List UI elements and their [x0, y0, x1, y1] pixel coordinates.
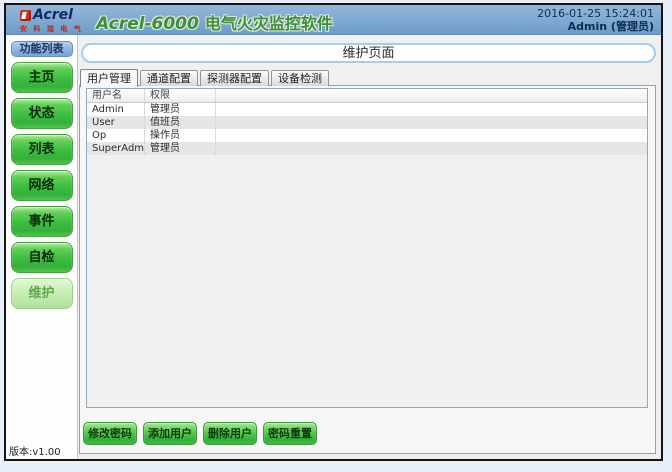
- header-bar: Acrel 安 科 瑞 电 气 Acrel-6000 电气火灾监控软件 2016-…: [6, 5, 661, 35]
- sidebar-item-maintenance[interactable]: 维护: [11, 278, 73, 309]
- table-row[interactable]: SuperAdmin 管理员: [87, 142, 647, 155]
- cell-empty: [216, 129, 647, 142]
- sidebar-item-status[interactable]: 状态: [11, 98, 73, 129]
- sidebar: 功能列表 主页 状态 列表 网络 事件 自检 维护 版本:v1.00: [6, 35, 78, 459]
- column-header-username[interactable]: 用户名: [87, 89, 145, 102]
- cell-empty: [216, 142, 647, 155]
- add-user-button[interactable]: 添加用户: [143, 422, 197, 445]
- logo-subtitle: 安 科 瑞 电 气: [20, 24, 90, 34]
- change-password-button[interactable]: 修改密码: [83, 422, 137, 445]
- user-table: 用户名 权限 Admin 管理员 User 值班员: [86, 88, 648, 408]
- table-row[interactable]: User 值班员: [87, 116, 647, 129]
- table-row[interactable]: Op 操作员: [87, 129, 647, 142]
- app-title-en: Acrel-6000: [96, 14, 199, 34]
- tab-detector-config[interactable]: 探测器配置: [200, 70, 269, 86]
- tab-user-management[interactable]: 用户管理: [80, 69, 138, 87]
- screen: Acrel 安 科 瑞 电 气 Acrel-6000 电气火灾监控软件 2016-…: [0, 0, 672, 472]
- delete-user-button[interactable]: 删除用户: [203, 422, 257, 445]
- cell-empty: [216, 116, 647, 129]
- column-header-empty: [216, 89, 647, 102]
- column-header-role[interactable]: 权限: [145, 89, 216, 102]
- version-label: 版本:v1.00: [9, 443, 61, 458]
- tab-channel-config[interactable]: 通道配置: [140, 70, 198, 86]
- acrel-logo-icon: [20, 10, 31, 21]
- cell-username: SuperAdmin: [87, 142, 145, 155]
- acrel-logo: Acrel 安 科 瑞 电 气: [20, 7, 90, 34]
- header-status: 2016-01-25 15:24:01 Admin (管理员): [537, 7, 654, 33]
- action-button-row: 修改密码 添加用户 删除用户 密码重置: [83, 422, 323, 445]
- sidebar-item-home[interactable]: 主页: [11, 62, 73, 93]
- table-row[interactable]: Admin 管理员: [87, 103, 647, 116]
- cell-empty: [216, 103, 647, 116]
- app-title: Acrel-6000 电气火灾监控软件: [96, 10, 333, 34]
- datetime-label: 2016-01-25 15:24:01: [537, 7, 654, 20]
- cell-role: 操作员: [145, 129, 216, 142]
- table-header-row: 用户名 权限: [87, 89, 647, 103]
- sidebar-item-network[interactable]: 网络: [11, 170, 73, 201]
- cell-role: 管理员: [145, 142, 216, 155]
- cell-username: Op: [87, 129, 145, 142]
- tab-bar: 用户管理 通道配置 探测器配置 设备检测: [80, 68, 331, 86]
- page-title: 维护页面: [81, 43, 656, 63]
- sidebar-title: 功能列表: [11, 41, 73, 57]
- sidebar-item-events[interactable]: 事件: [11, 206, 73, 237]
- tab-content-panel: 用户名 权限 Admin 管理员 User 值班员: [79, 85, 656, 454]
- app-window: Acrel 安 科 瑞 电 气 Acrel-6000 电气火灾监控软件 2016-…: [4, 3, 663, 461]
- sidebar-item-list[interactable]: 列表: [11, 134, 73, 165]
- main-area: 维护页面 用户管理 通道配置 探测器配置 设备检测 用户名 权限 Admin 管…: [78, 35, 661, 459]
- cell-username: Admin: [87, 103, 145, 116]
- logo-brand-text: Acrel: [33, 7, 73, 23]
- reset-password-button[interactable]: 密码重置: [263, 422, 317, 445]
- current-user-label: Admin (管理员): [537, 20, 654, 33]
- cell-role: 管理员: [145, 103, 216, 116]
- cell-username: User: [87, 116, 145, 129]
- tab-device-detection[interactable]: 设备检测: [271, 70, 329, 86]
- cell-role: 值班员: [145, 116, 216, 129]
- app-title-cn: 电气火灾监控软件: [205, 14, 333, 33]
- sidebar-item-selftest[interactable]: 自检: [11, 242, 73, 273]
